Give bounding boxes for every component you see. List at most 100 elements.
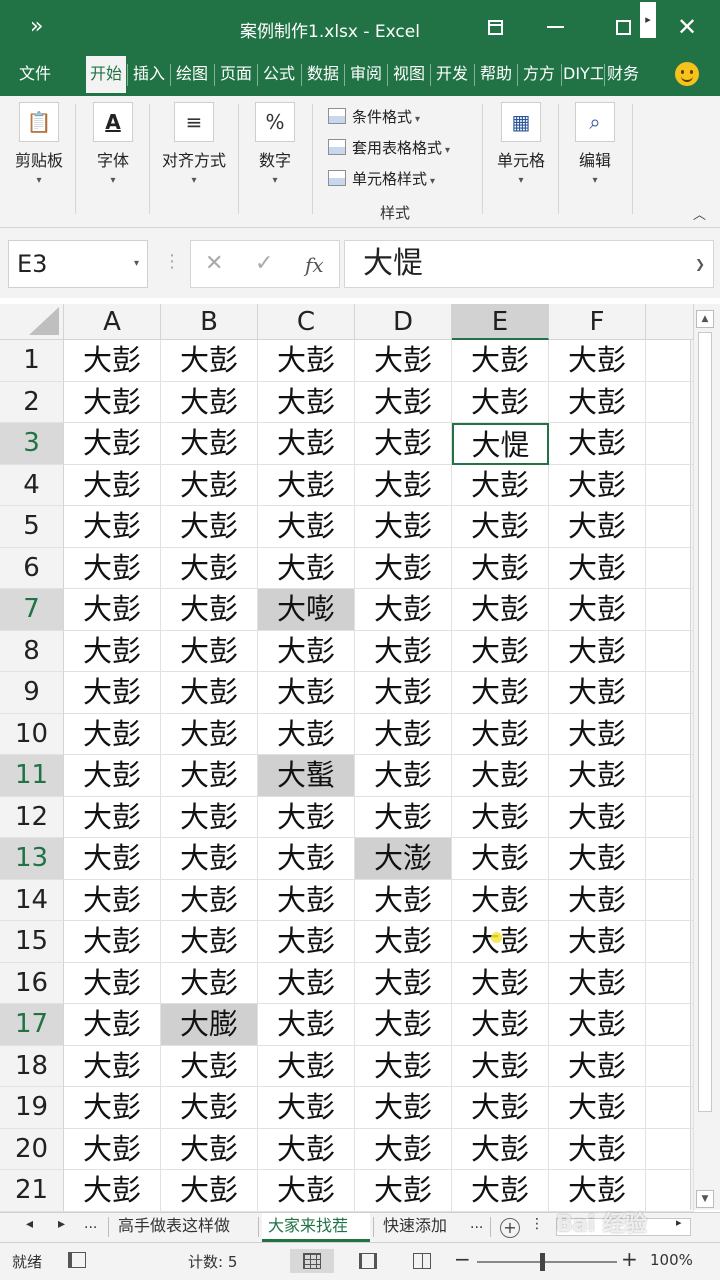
cell-f5[interactable]: 大彭 <box>549 506 646 548</box>
cell-a20[interactable]: 大彭 <box>64 1128 161 1170</box>
cell-a16[interactable]: 大彭 <box>64 962 161 1004</box>
cells-group[interactable]: ▦ 单元格 ▾ <box>490 102 552 186</box>
cell-g2[interactable] <box>646 381 694 423</box>
cell-e8[interactable]: 大彭 <box>452 630 549 672</box>
more-sheets-left[interactable]: ... <box>84 1216 97 1232</box>
row-header-11[interactable]: 11 <box>0 755 64 797</box>
cell-g11[interactable] <box>646 755 694 797</box>
cell-g14[interactable] <box>646 879 694 921</box>
scroll-up-icon[interactable]: ▲ <box>696 310 714 328</box>
more-options-icon[interactable]: ⋮ <box>530 1216 544 1232</box>
cell-c20[interactable]: 大彭 <box>258 1128 355 1170</box>
cell-a14[interactable]: 大彭 <box>64 879 161 921</box>
cell-b12[interactable]: 大彭 <box>161 796 258 838</box>
minimize-button[interactable] <box>538 12 572 42</box>
cell-f14[interactable]: 大彭 <box>549 879 646 921</box>
cell-c12[interactable]: 大彭 <box>258 796 355 838</box>
cell-a12[interactable]: 大彭 <box>64 796 161 838</box>
cell-d15[interactable]: 大彭 <box>355 921 452 963</box>
cell-c14[interactable]: 大彭 <box>258 879 355 921</box>
cell-d3[interactable]: 大彭 <box>355 423 452 465</box>
cell-e21[interactable]: 大彭 <box>452 1170 549 1212</box>
maximize-button[interactable] <box>606 12 640 42</box>
cell-g8[interactable] <box>646 630 694 672</box>
cell-e20[interactable]: 大彭 <box>452 1128 549 1170</box>
cell-c19[interactable]: 大彭 <box>258 1087 355 1129</box>
cell-g15[interactable] <box>646 921 694 963</box>
cell-d13[interactable]: 大澎 <box>355 838 452 880</box>
cell-g12[interactable] <box>646 796 694 838</box>
row-header-10[interactable]: 10 <box>0 713 64 755</box>
cell-f12[interactable]: 大彭 <box>549 796 646 838</box>
cell-b16[interactable]: 大彭 <box>161 962 258 1004</box>
cell-b21[interactable]: 大彭 <box>161 1170 258 1212</box>
column-header-blank[interactable] <box>646 304 694 340</box>
row-header-2[interactable]: 2 <box>0 381 64 423</box>
cell-b8[interactable]: 大彭 <box>161 630 258 672</box>
row-header-5[interactable]: 5 <box>0 506 64 548</box>
column-header-f[interactable]: F <box>549 304 646 340</box>
cell-f3[interactable]: 大彭 <box>549 423 646 465</box>
cell-c17[interactable]: 大彭 <box>258 1004 355 1046</box>
sheet-tab-1[interactable]: 大家来找茬 <box>262 1213 370 1242</box>
tab-13[interactable]: 财务 <box>606 56 640 96</box>
scroll-right-icon[interactable]: ▸ <box>676 1216 682 1229</box>
cell-a21[interactable]: 大彭 <box>64 1170 161 1212</box>
cell-d2[interactable]: 大彭 <box>355 381 452 423</box>
cell-f4[interactable]: 大彭 <box>549 464 646 506</box>
cell-f7[interactable]: 大彭 <box>549 589 646 631</box>
cell-e4[interactable]: 大彭 <box>452 464 549 506</box>
row-header-15[interactable]: 15 <box>0 921 64 963</box>
cell-f19[interactable]: 大彭 <box>549 1087 646 1129</box>
cell-g7[interactable] <box>646 589 694 631</box>
cell-f8[interactable]: 大彭 <box>549 630 646 672</box>
cell-b19[interactable]: 大彭 <box>161 1087 258 1129</box>
cell-d16[interactable]: 大彭 <box>355 962 452 1004</box>
cell-g4[interactable] <box>646 464 694 506</box>
cell-a7[interactable]: 大彭 <box>64 589 161 631</box>
cell-g1[interactable] <box>646 340 694 382</box>
cell-e14[interactable]: 大彭 <box>452 879 549 921</box>
cell-c18[interactable]: 大彭 <box>258 1045 355 1087</box>
cell-a18[interactable]: 大彭 <box>64 1045 161 1087</box>
row-header-21[interactable]: 21 <box>0 1170 64 1212</box>
column-header-e[interactable]: E <box>452 304 549 340</box>
cell-b15[interactable]: 大彭 <box>161 921 258 963</box>
tab-9[interactable]: 开发 <box>432 56 472 96</box>
enter-icon[interactable]: ✓ <box>255 251 273 276</box>
cell-e18[interactable]: 大彭 <box>452 1045 549 1087</box>
zoom-level[interactable]: 100% <box>650 1251 693 1269</box>
cell-a13[interactable]: 大彭 <box>64 838 161 880</box>
ribbon-display-button[interactable] <box>478 12 512 42</box>
tab-6[interactable]: 数据 <box>303 56 343 96</box>
cell-e3[interactable]: 大惿 <box>452 423 549 465</box>
cell-f20[interactable]: 大彭 <box>549 1128 646 1170</box>
cell-c21[interactable]: 大彭 <box>258 1170 355 1212</box>
cell-f11[interactable]: 大彭 <box>549 755 646 797</box>
row-header-20[interactable]: 20 <box>0 1128 64 1170</box>
cell-e1[interactable]: 大彭 <box>452 340 549 382</box>
clipboard-group[interactable]: 📋 剪贴板 ▾ <box>8 102 70 186</box>
cell-styles-button[interactable]: 单元格样式 ▾ <box>328 168 435 189</box>
row-header-7[interactable]: 7 <box>0 589 64 631</box>
cell-f18[interactable]: 大彭 <box>549 1045 646 1087</box>
cell-c1[interactable]: 大彭 <box>258 340 355 382</box>
page-layout-view-button[interactable] <box>346 1249 390 1273</box>
cell-b20[interactable]: 大彭 <box>161 1128 258 1170</box>
cell-g3[interactable] <box>646 423 694 465</box>
tab-5[interactable]: 公式 <box>259 56 299 96</box>
tab-4[interactable]: 页面 <box>216 56 256 96</box>
cell-d20[interactable]: 大彭 <box>355 1128 452 1170</box>
number-group[interactable]: % 数字 ▾ <box>244 102 306 186</box>
tab-12[interactable]: DIY工 <box>563 56 603 96</box>
cell-b11[interactable]: 大彭 <box>161 755 258 797</box>
tab-8[interactable]: 视图 <box>389 56 429 96</box>
cell-c5[interactable]: 大彭 <box>258 506 355 548</box>
format-as-table-button[interactable]: 套用表格格式 ▾ <box>328 137 450 158</box>
cell-c3[interactable]: 大彭 <box>258 423 355 465</box>
cell-d10[interactable]: 大彭 <box>355 713 452 755</box>
cell-e17[interactable]: 大彭 <box>452 1004 549 1046</box>
cell-b6[interactable]: 大彭 <box>161 547 258 589</box>
cell-b9[interactable]: 大彭 <box>161 672 258 714</box>
row-header-4[interactable]: 4 <box>0 464 64 506</box>
